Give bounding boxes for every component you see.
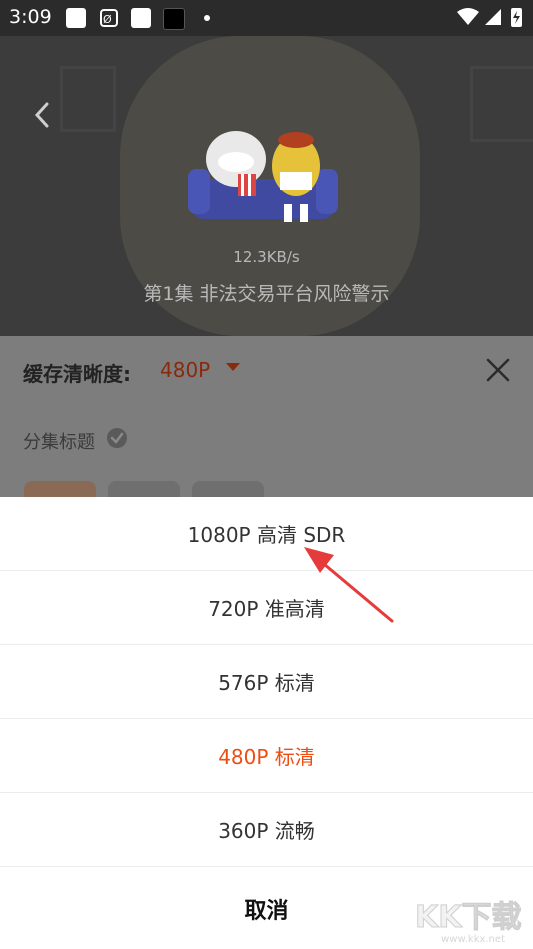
quality-option-360p[interactable]: 360P 流畅	[0, 793, 533, 867]
quality-option-1080p[interactable]: 1080P 高清 SDR	[0, 497, 533, 571]
status-time: 3:09	[9, 6, 52, 28]
caret-down-icon[interactable]	[226, 363, 240, 371]
video-background-frame	[60, 66, 116, 132]
loading-mascot-icon	[188, 131, 338, 222]
quality-picker-sheet: 1080P 高清 SDR 720P 准高清 576P 标清 480P 标清 36…	[0, 497, 533, 949]
svg-text:Ø: Ø	[103, 13, 112, 26]
episode-title: 第1集 非法交易平台风险警示	[143, 283, 390, 305]
quality-option-480p[interactable]: 480P 标清	[0, 719, 533, 793]
quality-option-576p[interactable]: 576P 标清	[0, 645, 533, 719]
check-circle-icon[interactable]	[106, 427, 128, 449]
close-icon[interactable]	[484, 356, 512, 384]
app-notification-icon: Ø	[99, 8, 119, 28]
notification-icon	[66, 8, 86, 28]
system-status-icons	[457, 8, 522, 27]
cache-quality-label: 缓存清晰度:	[23, 362, 131, 386]
watermark-logo: KK下载 www.kkx.net	[407, 897, 527, 947]
notification-icon	[163, 8, 185, 30]
cache-quality-value[interactable]: 480P	[160, 358, 210, 382]
video-background-frame	[470, 66, 533, 142]
svg-text:KK下载: KK下载	[415, 900, 522, 935]
notification-icon	[131, 8, 151, 28]
status-bar: 3:09 Ø	[0, 0, 533, 36]
download-speed: 12.3KB/s	[233, 248, 300, 266]
episode-title-toggle-label: 分集标题	[23, 432, 95, 453]
watermark-url: www.kkx.net	[441, 934, 505, 945]
video-player[interactable]: 12.3KB/s 第1集 非法交易平台风险警示	[0, 36, 533, 336]
quality-option-720p[interactable]: 720P 准高清	[0, 571, 533, 645]
back-arrow-icon[interactable]	[28, 100, 58, 130]
more-notifications-icon	[204, 15, 210, 21]
